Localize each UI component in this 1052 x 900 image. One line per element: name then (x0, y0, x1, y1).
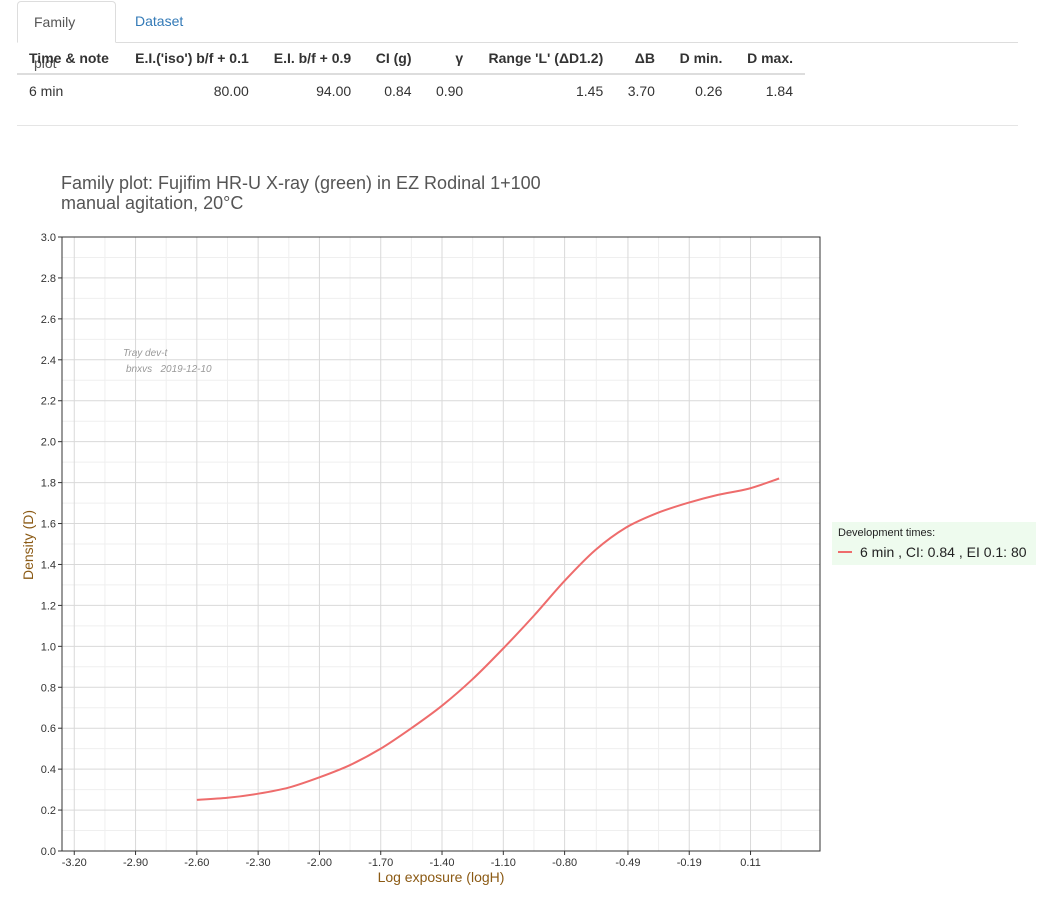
x-axis-label: Log exposure (logH) (378, 869, 505, 885)
legend-title: Development times: (838, 527, 936, 539)
y-tick-label: 1.6 (41, 519, 56, 531)
legend-swatch (838, 551, 852, 553)
y-tick-label: 2.0 (41, 437, 56, 449)
y-tick-label: 2.2 (41, 396, 56, 408)
family-plot-chart: 0.0 0.2 0.4 0.6 0.8 1.0 1.2 1.4 1.6 1.8 2.0 2.2 2.4 2… (20, 232, 821, 885)
series-layer (196, 477, 780, 801)
x-tick-label: -1.70 (368, 857, 393, 869)
y-axis: 0.0 0.2 0.4 0.6 0.8 1.0 1.2 1.4 1.6 1.8 2.0 2.2 2.4 2… (41, 232, 62, 858)
legend: Development times: 6 min , CI: 0.84 , EI… (832, 522, 1036, 565)
x-tick-label: -0.49 (615, 857, 640, 869)
y-tick-label: 0.0 (41, 846, 56, 858)
legend-item-label: 6 min , CI: 0.84 , EI 0.1: 80 (860, 544, 1027, 560)
y-axis-label: Density (D) (20, 510, 36, 580)
y-tick-label: 0.6 (41, 723, 56, 735)
y-tick-label: 0.8 (41, 682, 56, 694)
y-tick-label: 1.2 (41, 600, 56, 612)
y-tick-label: 3.0 (41, 232, 56, 244)
x-tick-label: -2.00 (307, 857, 332, 869)
legend-item: 6 min , CI: 0.84 , EI 0.1: 80 (838, 544, 1030, 560)
x-axis: -3.20 -2.90 -2.60 -2.30 -2.00 -1.70 -1.40 -1.10… (62, 851, 761, 869)
grid-minor (62, 237, 820, 851)
y-tick-label: 1.0 (41, 641, 56, 653)
y-tick-label: 1.4 (41, 559, 56, 571)
x-tick-label: -0.80 (552, 857, 577, 869)
y-tick-label: 1.8 (41, 478, 56, 490)
y-tick-label: 0.4 (41, 764, 56, 776)
series-line (196, 477, 780, 801)
x-tick-label: -3.20 (62, 857, 87, 869)
x-tick-label: -2.30 (246, 857, 271, 869)
x-tick-label: -2.90 (123, 857, 148, 869)
x-tick-label: -0.19 (677, 857, 702, 869)
x-tick-label: -2.60 (184, 857, 209, 869)
y-tick-label: 2.4 (41, 355, 56, 367)
y-tick-label: 2.8 (41, 273, 56, 285)
annotation-line-1: Tray dev-t (123, 348, 168, 359)
x-tick-label: 0.11 (740, 857, 761, 869)
y-tick-label: 2.6 (41, 314, 56, 326)
annotation-line-2: bnxvs 2019-12-10 (126, 364, 212, 375)
x-tick-label: -1.10 (491, 857, 516, 869)
x-tick-label: -1.40 (429, 857, 454, 869)
y-tick-label: 0.2 (41, 805, 56, 817)
